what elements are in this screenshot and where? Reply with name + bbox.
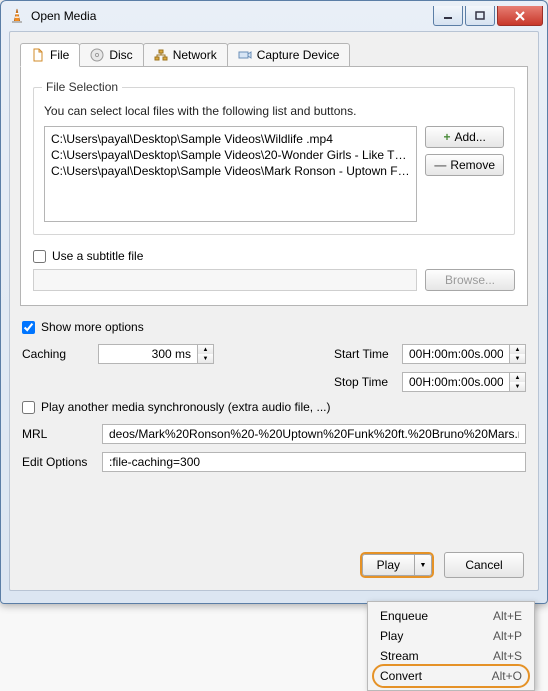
tab-capture-device-label: Capture Device xyxy=(257,48,340,62)
play-split-button: Play ▼ xyxy=(360,552,434,578)
client-area: File Disc Network Capture Device File Se… xyxy=(9,31,539,591)
play-another-checkbox[interactable] xyxy=(22,401,35,414)
tab-file[interactable]: File xyxy=(20,43,80,67)
play-button-label: Play xyxy=(377,558,400,572)
stop-time-input[interactable] xyxy=(402,372,510,392)
caching-label: Caching xyxy=(22,347,98,361)
play-dropdown-button[interactable]: ▼ xyxy=(414,554,432,576)
play-button[interactable]: Play xyxy=(362,554,414,576)
add-button-label: Add... xyxy=(454,130,485,144)
menu-item-play[interactable]: Play Alt+P xyxy=(374,626,528,646)
minimize-button[interactable] xyxy=(433,6,463,26)
file-list[interactable]: C:\Users\payal\Desktop\Sample Videos\Wil… xyxy=(44,126,417,222)
mrl-label: MRL xyxy=(22,427,102,441)
edit-options-label: Edit Options xyxy=(22,455,102,469)
menu-item-label: Play xyxy=(380,629,493,643)
use-subtitle-checkbox[interactable] xyxy=(33,250,46,263)
network-icon xyxy=(154,48,168,62)
start-time-input[interactable] xyxy=(402,344,510,364)
dialog-footer: Play ▼ Cancel xyxy=(360,552,524,578)
list-item[interactable]: C:\Users\payal\Desktop\Sample Videos\Mar… xyxy=(51,163,410,179)
menu-item-shortcut: Alt+S xyxy=(493,649,522,663)
window-title: Open Media xyxy=(31,9,433,23)
tab-panel: File Selection You can select local file… xyxy=(20,66,528,306)
tab-network-label: Network xyxy=(173,48,217,62)
minus-icon: — xyxy=(434,158,446,172)
menu-item-label: Enqueue xyxy=(380,609,493,623)
chevron-down-icon: ▼ xyxy=(420,562,427,569)
chevron-up-icon[interactable]: ▲ xyxy=(198,345,213,354)
play-another-label: Play another media synchronously (extra … xyxy=(41,400,330,414)
chevron-down-icon[interactable]: ▼ xyxy=(510,354,525,363)
chevron-up-icon[interactable]: ▲ xyxy=(510,373,525,382)
open-media-window: Open Media File Disc Network Capture De xyxy=(0,0,548,604)
caching-spin-arrows[interactable]: ▲▼ xyxy=(198,344,214,364)
menu-item-label: Stream xyxy=(380,649,493,663)
file-selection-group: File Selection You can select local file… xyxy=(33,87,515,235)
maximize-button[interactable] xyxy=(465,6,495,26)
plus-icon: + xyxy=(443,130,450,144)
menu-item-enqueue[interactable]: Enqueue Alt+E xyxy=(374,606,528,626)
tab-capture-device[interactable]: Capture Device xyxy=(227,43,351,67)
file-selection-hint: You can select local files with the foll… xyxy=(44,104,504,118)
caching-spinbox[interactable]: ▲▼ xyxy=(98,344,214,364)
menu-item-label: Convert xyxy=(380,669,492,683)
tab-network[interactable]: Network xyxy=(143,43,228,67)
cancel-button-label: Cancel xyxy=(465,558,502,572)
file-icon xyxy=(31,48,45,62)
chevron-down-icon[interactable]: ▼ xyxy=(198,354,213,363)
menu-item-convert[interactable]: Convert Alt+O xyxy=(374,666,528,686)
tab-disc-label: Disc xyxy=(109,48,132,62)
start-time-spinbox[interactable]: ▲▼ xyxy=(402,344,526,364)
remove-button-label: Remove xyxy=(450,158,495,172)
stop-time-spinbox[interactable]: ▲▼ xyxy=(402,372,526,392)
tab-file-label: File xyxy=(50,48,69,62)
cancel-button[interactable]: Cancel xyxy=(444,552,524,578)
list-item[interactable]: C:\Users\payal\Desktop\Sample Videos\Wil… xyxy=(51,131,410,147)
browse-button-label: Browse... xyxy=(445,273,495,287)
chevron-up-icon[interactable]: ▲ xyxy=(510,345,525,354)
use-subtitle-label: Use a subtitle file xyxy=(52,249,143,263)
mrl-input[interactable] xyxy=(102,424,526,444)
menu-item-shortcut: Alt+P xyxy=(493,629,522,643)
stop-time-spin-arrows[interactable]: ▲▼ xyxy=(510,372,526,392)
stop-time-label: Stop Time xyxy=(334,375,396,389)
disc-icon xyxy=(90,48,104,62)
start-time-spin-arrows[interactable]: ▲▼ xyxy=(510,344,526,364)
show-more-options-label: Show more options xyxy=(41,320,144,334)
remove-button[interactable]: — Remove xyxy=(425,154,504,176)
titlebar[interactable]: Open Media xyxy=(1,1,547,31)
menu-item-shortcut: Alt+O xyxy=(492,669,522,683)
close-button[interactable] xyxy=(497,6,543,26)
subtitle-path-input xyxy=(33,269,417,291)
menu-item-shortcut: Alt+E xyxy=(493,609,522,623)
vlc-icon xyxy=(9,8,25,24)
start-time-label: Start Time xyxy=(334,347,396,361)
browse-button[interactable]: Browse... xyxy=(425,269,515,291)
add-button[interactable]: + Add... xyxy=(425,126,504,148)
tab-disc[interactable]: Disc xyxy=(79,43,143,67)
caching-input[interactable] xyxy=(98,344,198,364)
chevron-down-icon[interactable]: ▼ xyxy=(510,382,525,391)
list-item[interactable]: C:\Users\payal\Desktop\Sample Videos\20-… xyxy=(51,147,410,163)
menu-item-stream[interactable]: Stream Alt+S xyxy=(374,646,528,666)
advanced-options: Caching ▲▼ Start Time ▲▼ Stop Time xyxy=(20,344,528,472)
file-selection-title: File Selection xyxy=(42,80,122,94)
tab-bar: File Disc Network Capture Device xyxy=(20,43,528,67)
show-more-options-checkbox[interactable] xyxy=(22,321,35,334)
capture-icon xyxy=(238,48,252,62)
edit-options-input[interactable] xyxy=(102,452,526,472)
play-dropdown-menu: Enqueue Alt+E Play Alt+P Stream Alt+S Co… xyxy=(367,601,535,691)
